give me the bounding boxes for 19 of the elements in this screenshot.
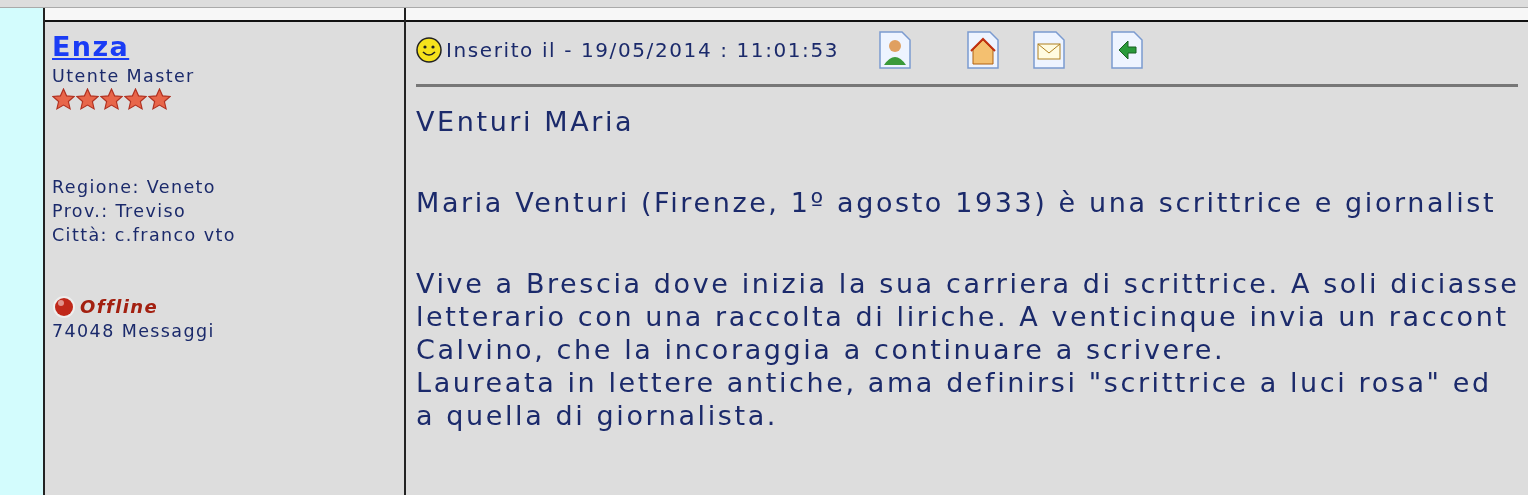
smiley-icon <box>416 37 442 63</box>
post-text-line: Vive a Brescia dove inizia la sua carriera di scrittrice. A soli diciasse <box>416 267 1518 300</box>
arrow-icon[interactable] <box>1109 30 1146 70</box>
post-date: Inserito il - 19/05/2014 : 11:01:53 <box>446 37 840 64</box>
home-icon[interactable] <box>965 30 1002 70</box>
city-text: Città: c.franco vto <box>52 224 236 247</box>
post-text-line: letterario con una raccolta di liriche. A venticinque invia un raccont <box>416 300 1510 333</box>
post-text-line: Calvino, che la incoraggia a continuare a scrivere. <box>416 333 1227 366</box>
post-count: 74048 Messaggi <box>52 320 215 343</box>
status-label: Offline <box>80 295 159 319</box>
region-text: Regione: Veneto <box>52 176 216 199</box>
post-text-line: Laureata in lettere antiche, ama definirsi "scrittrice a luci rosa" ed <box>416 366 1493 399</box>
post-text-line: Maria Venturi (Firenze, 1º agosto 1933) è una scrittrice e giornalist <box>416 186 1498 219</box>
user-rank: Utente Master <box>52 65 195 88</box>
profile-icon[interactable] <box>877 30 914 70</box>
post-text-line: VEnturi MAria <box>416 105 636 138</box>
username-link[interactable]: Enza <box>52 31 130 62</box>
post-text-line: a quella di giornalista. <box>416 399 779 432</box>
province-text: Prov.: Treviso <box>52 200 187 223</box>
